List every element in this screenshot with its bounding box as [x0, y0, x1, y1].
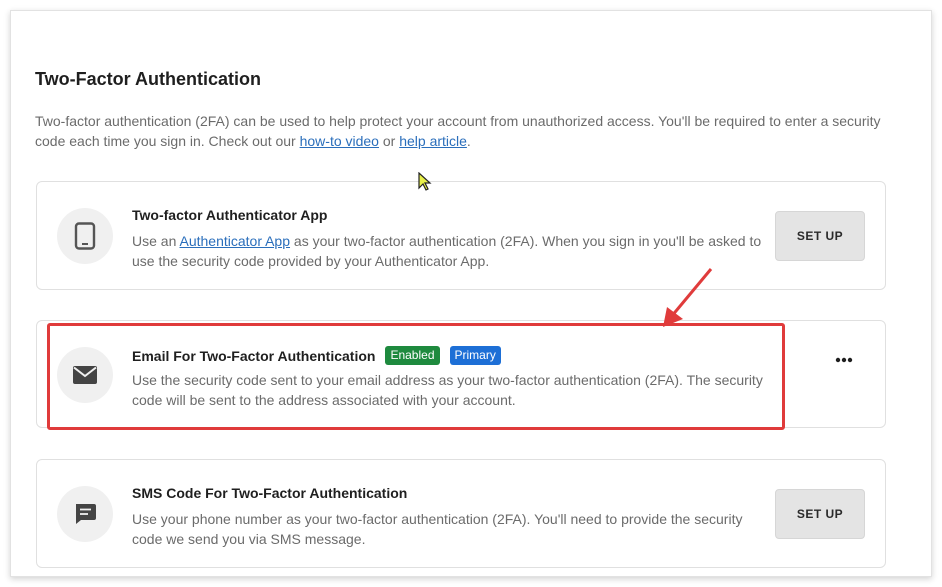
highlight-box [47, 323, 785, 430]
sms-2fa-title: SMS Code For Two-Factor Authentication [132, 485, 407, 501]
authenticator-app-title-text: Two-factor Authenticator App [132, 207, 328, 223]
help-article-link[interactable]: help article [399, 133, 467, 149]
description-end: . [466, 133, 471, 149]
authenticator-app-title: Two-factor Authenticator App [132, 207, 327, 223]
more-options-button[interactable] [833, 349, 855, 371]
authenticator-setup-button[interactable]: SET UP [775, 211, 865, 261]
authenticator-desc-start: Use an [132, 233, 180, 249]
sms-2fa-description: Use your phone number as your two-factor… [132, 511, 743, 547]
more-dots-icon [835, 357, 853, 363]
phone-icon [57, 208, 113, 264]
authenticator-app-link[interactable]: Authenticator App [179, 233, 290, 249]
sms-2fa-title-text: SMS Code For Two-Factor Authentication [132, 485, 408, 501]
chat-icon [57, 486, 113, 542]
section-description: Two-factor authentication (2FA) can be u… [35, 111, 885, 151]
mouse-cursor-icon [418, 172, 432, 191]
authenticator-app-card: Two-factor Authenticator App Use an Auth… [36, 181, 886, 290]
howto-video-link[interactable]: how-to video [300, 133, 379, 149]
sms-2fa-card: SMS Code For Two-Factor Authentication U… [36, 459, 886, 568]
page-title: Two-Factor Authentication [35, 69, 261, 89]
sms-setup-button[interactable]: SET UP [775, 489, 865, 539]
annotation-arrow-icon [663, 268, 713, 327]
or-text: or [378, 133, 400, 149]
settings-panel: Two-Factor Authentication Two-factor aut… [10, 10, 932, 577]
